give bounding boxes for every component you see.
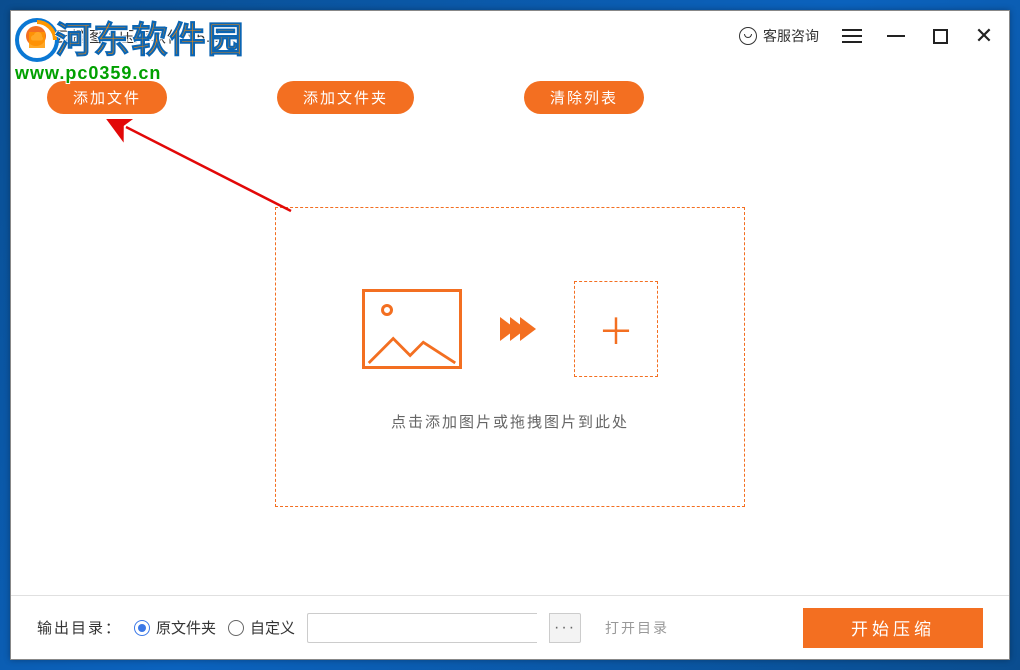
app-window: 河东软件园 www.pc0359.cn 云橙图片压缩软件 v5.6.6 客服咨询 (10, 10, 1010, 660)
menu-button[interactable] (841, 25, 863, 47)
maximize-button[interactable] (929, 25, 951, 47)
radio-original-folder[interactable]: 原文件夹 (134, 617, 216, 638)
browse-button[interactable]: ··· (549, 613, 581, 643)
dropzone[interactable]: ＋ 点击添加图片或拖拽图片到此处 (275, 207, 745, 507)
toolbar: 添加文件 添加文件夹 清除列表 (11, 61, 1009, 118)
maximize-icon (933, 29, 948, 44)
close-icon: ✕ (975, 25, 993, 47)
smile-icon (739, 27, 757, 45)
add-file-button[interactable]: 添加文件 (47, 81, 167, 114)
radio-icon (134, 620, 150, 636)
open-directory-link[interactable]: 打开目录 (605, 618, 669, 638)
arrows-icon (500, 317, 536, 341)
app-title: 云橙图片压缩软件 v5.6.6 (55, 26, 235, 47)
clear-list-button[interactable]: 清除列表 (524, 81, 644, 114)
plus-icon: ＋ (598, 303, 634, 355)
add-box-icon: ＋ (574, 281, 658, 377)
radio-icon (228, 620, 244, 636)
close-button[interactable]: ✕ (973, 25, 995, 47)
minimize-button[interactable] (885, 25, 907, 47)
customer-service-label: 客服咨询 (763, 26, 819, 46)
output-label: 输出目录： (37, 617, 122, 638)
radio-custom-folder[interactable]: 自定义 (228, 617, 295, 638)
add-folder-button[interactable]: 添加文件夹 (277, 81, 414, 114)
radio-custom-label: 自定义 (250, 617, 295, 638)
customer-service-button[interactable]: 客服咨询 (739, 26, 819, 46)
minimize-icon (887, 35, 905, 37)
output-path-input[interactable] (307, 613, 537, 643)
hamburger-icon (842, 29, 862, 43)
bottom-bar: 输出目录： 原文件夹 自定义 ··· 打开目录 开始压缩 (11, 595, 1009, 659)
app-logo-icon (25, 25, 47, 47)
main-area: ＋ 点击添加图片或拖拽图片到此处 (11, 118, 1009, 595)
start-compress-button[interactable]: 开始压缩 (803, 608, 983, 648)
titlebar: 云橙图片压缩软件 v5.6.6 客服咨询 ✕ (11, 11, 1009, 61)
image-icon (362, 289, 462, 369)
radio-original-label: 原文件夹 (156, 617, 216, 638)
dropzone-hint: 点击添加图片或拖拽图片到此处 (391, 411, 629, 432)
